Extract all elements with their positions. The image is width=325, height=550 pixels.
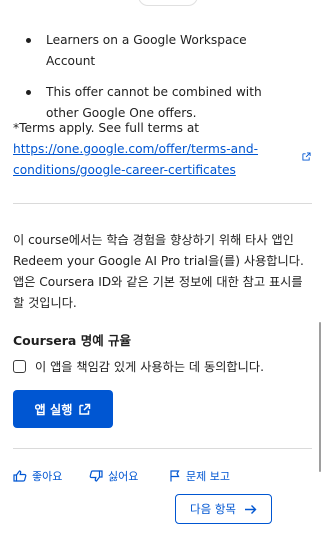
divider <box>13 203 312 204</box>
thumbs-up-icon <box>13 470 27 482</box>
report-label: 문제 보고 <box>186 470 230 483</box>
external-link-icon[interactable] <box>302 152 311 161</box>
list-item: Learners on a Google Workspace Account <box>0 30 325 72</box>
scrollbar[interactable] <box>319 322 321 472</box>
launch-app-button[interactable]: 앱 실행 <box>13 390 113 428</box>
agree-checkbox[interactable] <box>13 359 26 373</box>
agree-checkbox-row[interactable]: 이 앱을 책임감 있게 사용하는 데 동의합니다. <box>13 357 264 375</box>
arrow-right-icon <box>244 504 257 514</box>
next-item-label: 다음 항목 <box>190 502 236 516</box>
dislike-button[interactable]: 싫어요 <box>89 468 138 484</box>
like-label: 좋아요 <box>32 470 63 483</box>
report-problem-button[interactable]: 문제 보고 <box>169 468 230 484</box>
terms-link[interactable]: https://one.google.com/offer/terms-and-c… <box>13 142 258 177</box>
like-button[interactable]: 좋아요 <box>13 468 62 484</box>
next-item-button[interactable]: 다음 항목 <box>175 494 272 524</box>
terms-text: *Terms apply. See full terms at https://… <box>13 118 308 181</box>
third-party-notice: 이 course에서는 학습 경험을 향상하기 위해 타사 앱인 Redeem … <box>13 233 304 310</box>
flag-icon <box>170 470 180 482</box>
dislike-label: 싫어요 <box>108 470 139 483</box>
honor-code-title: Coursera 명예 규율 <box>13 333 132 348</box>
thumbs-down-icon <box>89 470 103 482</box>
divider <box>13 448 312 449</box>
agree-label: 이 앱을 책임감 있게 사용하는 데 동의합니다. <box>35 360 264 374</box>
open-in-new-icon <box>79 403 91 415</box>
top-pill <box>138 0 198 6</box>
launch-app-label: 앱 실행 <box>34 403 73 417</box>
terms-prefix: *Terms apply. See full terms at <box>13 121 200 135</box>
